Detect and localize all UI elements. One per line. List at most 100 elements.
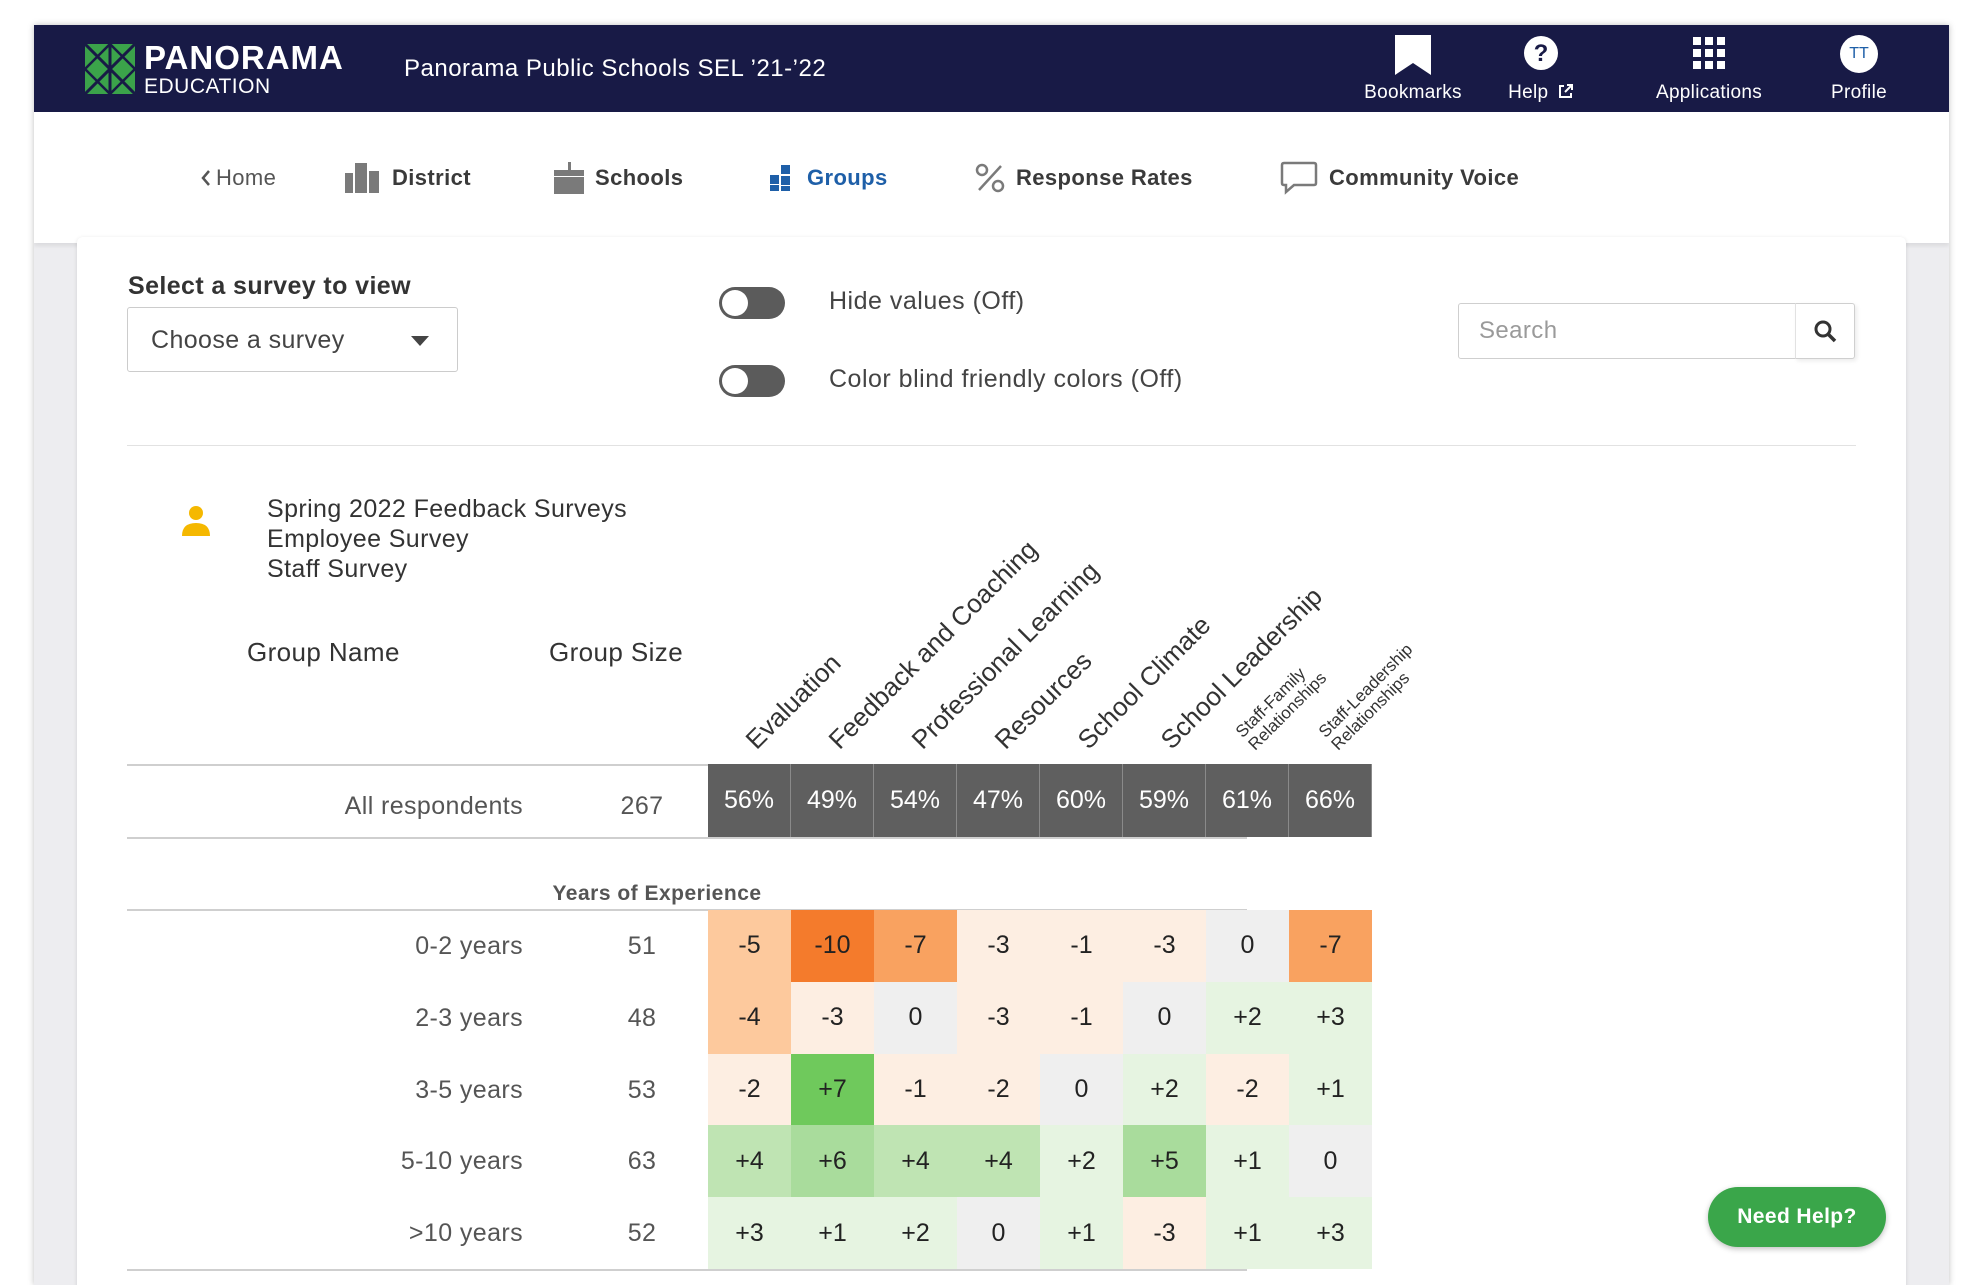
score-cell[interactable]: -4 [708,981,791,1054]
score-cell[interactable]: +2 [1040,1125,1123,1198]
survey-dropdown[interactable]: Choose a survey [127,307,458,372]
main-nav: Home District Schools Groups Response Ra… [34,112,1949,243]
score-cell[interactable]: 0 [957,1197,1040,1269]
topic-header: School Climate [1071,610,1216,755]
score-cell[interactable]: +5 [1123,1125,1206,1198]
toggle-knob [722,290,748,316]
group-row-size: 52 [627,1219,657,1248]
chevron-left-icon [200,169,212,187]
panorama-logo-icon[interactable] [85,44,135,94]
score-cell[interactable]: -1 [1040,981,1123,1054]
top-bar: PANORAMA EDUCATION Panorama Public Schoo… [34,25,1949,112]
score-cell[interactable]: +6 [791,1125,874,1198]
color-blind-toggle[interactable] [719,365,785,397]
score-cell[interactable]: -7 [874,910,957,982]
help-text: Help [1508,82,1549,103]
score-cell[interactable]: +1 [791,1197,874,1269]
survey-line-name: Staff Survey [267,555,408,583]
search-button[interactable] [1795,303,1855,359]
score-cell[interactable]: -5 [708,910,791,982]
score-cell[interactable]: -7 [1289,910,1372,982]
score-cell[interactable]: -2 [957,1053,1040,1126]
group-row-label: 5-10 years [400,1147,523,1176]
score-cell[interactable]: 49% [791,764,874,837]
group-row-size: 51 [627,932,657,960]
all-respondents-label: All respondents [344,792,523,820]
bookmarks-label: Bookmarks [1364,82,1462,103]
score-cell[interactable]: +2 [1123,1053,1206,1126]
score-cell[interactable]: -3 [1123,910,1206,982]
score-cell[interactable]: +1 [1206,1197,1289,1269]
score-cell[interactable]: +4 [708,1125,791,1198]
score-cell[interactable]: -3 [957,910,1040,982]
score-cell[interactable]: +3 [1289,981,1372,1054]
tab-groups[interactable]: Groups [770,112,888,243]
nav-schools-label: Schools [595,164,684,190]
help-label: Help [1496,82,1586,104]
score-cell[interactable]: +2 [1206,981,1289,1054]
help-icon: ? [1524,36,1558,70]
score-cell[interactable]: +4 [957,1125,1040,1198]
score-cell[interactable]: -1 [874,1053,957,1126]
profile-button[interactable]: TT Profile [1809,25,1909,112]
topic-header: School Leadership [1154,581,1328,755]
score-cell[interactable]: 0 [1123,981,1206,1054]
score-cell[interactable]: +3 [1289,1197,1372,1269]
nav-response-rates[interactable]: Response Rates [975,112,1193,243]
score-cell[interactable]: +7 [791,1053,874,1126]
nav-district-label: District [392,164,471,190]
score-cell[interactable]: 0 [1040,1053,1123,1126]
score-cell[interactable]: -2 [1206,1053,1289,1126]
school-icon [554,161,584,194]
score-cell[interactable]: 60% [1040,764,1123,837]
score-cell[interactable]: +3 [708,1197,791,1269]
score-cell[interactable]: -10 [791,910,874,982]
nav-home[interactable]: Home [200,112,276,243]
nav-district[interactable]: District [345,112,471,243]
score-cell[interactable]: -3 [957,981,1040,1054]
applications-button[interactable]: Applications [1639,25,1779,112]
caret-down-icon [411,336,429,346]
score-cell[interactable]: 0 [1289,1125,1372,1198]
group-row-label: 3-5 years [415,1075,523,1104]
score-cell[interactable]: +1 [1206,1125,1289,1198]
percent-icon [975,163,1005,193]
nav-community-voice[interactable]: Community Voice [1280,112,1519,243]
group-row-size: 63 [627,1147,657,1176]
app-window: PANORAMA EDUCATION Panorama Public Schoo… [34,25,1949,1285]
applications-label: Applications [1655,82,1763,103]
nav-home-label: Home [216,164,277,190]
score-cell[interactable]: -2 [708,1053,791,1126]
score-cell[interactable]: +4 [874,1125,957,1198]
external-link-icon [1558,84,1573,98]
report-card: Select a survey to view Choose a survey … [77,237,1906,1285]
score-cell[interactable]: +2 [874,1197,957,1269]
group-row-size: 48 [627,1003,657,1032]
column-header-group-size: Group Size [549,637,684,667]
all-respondents-size: 267 [620,792,664,820]
divider [127,445,1856,446]
score-cell[interactable]: +1 [1040,1197,1123,1269]
score-cell[interactable]: -1 [1040,910,1123,982]
score-cell[interactable]: 0 [1206,910,1289,982]
nav-schools[interactable]: Schools [554,112,683,243]
toggle-knob [722,368,748,394]
search-input[interactable] [1459,304,1795,358]
color-blind-label: Color blind friendly colors (Off) [829,365,1183,393]
nav-response-rates-label: Response Rates [1016,164,1193,190]
score-cell[interactable]: +1 [1289,1053,1372,1126]
bookmarks-button[interactable]: Bookmarks [1352,25,1474,112]
divider [127,1269,1247,1271]
help-button[interactable]: ? Help [1496,25,1586,112]
score-cell[interactable]: 66% [1289,764,1372,837]
score-cell[interactable]: -3 [1123,1197,1206,1269]
score-cell[interactable]: 0 [874,981,957,1054]
score-cell[interactable]: 56% [708,764,791,837]
score-cell[interactable]: 59% [1123,764,1206,837]
score-cell[interactable]: 47% [957,764,1040,837]
hide-values-toggle[interactable] [719,287,785,319]
score-cell[interactable]: 61% [1206,764,1289,837]
need-help-button[interactable]: Need Help? [1708,1187,1886,1247]
score-cell[interactable]: -3 [791,981,874,1054]
score-cell[interactable]: 54% [874,764,957,837]
